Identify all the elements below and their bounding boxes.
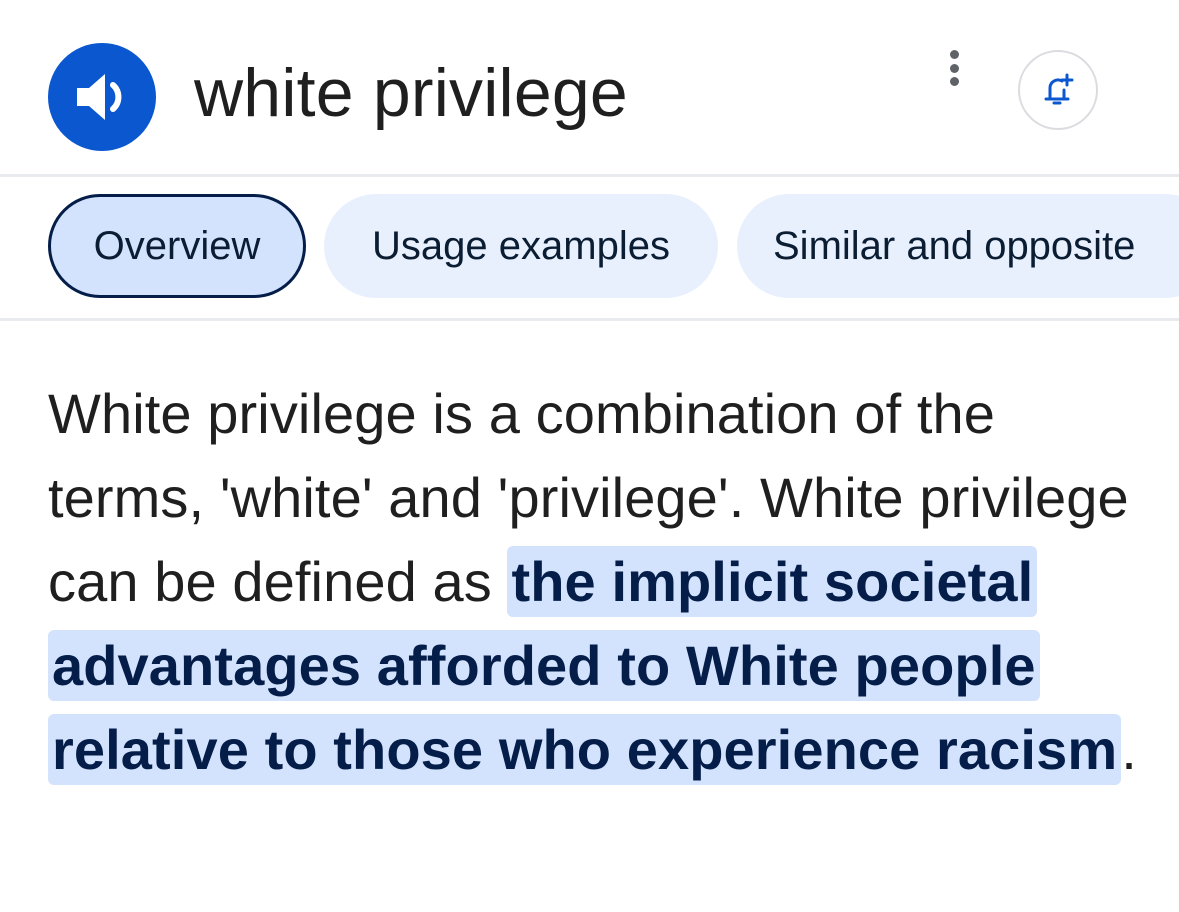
more-options-button[interactable]: [934, 46, 974, 90]
tabs-divider: [0, 318, 1179, 321]
pronounce-button[interactable]: [48, 43, 156, 151]
definition-text: White privilege is a combination of the …: [48, 372, 1148, 792]
term-title: white privilege: [194, 55, 628, 131]
more-vert-icon-dot: [949, 63, 959, 73]
add-alert-icon: [1044, 73, 1074, 105]
add-alert-button[interactable]: [1018, 50, 1098, 130]
section-tabs: Overview Usage examples Similar and oppo…: [0, 192, 1179, 302]
tab-overview[interactable]: Overview: [48, 194, 306, 298]
tab-usage-examples[interactable]: Usage examples: [324, 194, 718, 298]
more-vert-icon-dot: [949, 77, 959, 86]
dictionary-header: white privilege: [0, 0, 1179, 176]
more-vert-icon: [949, 50, 959, 59]
header-divider: [0, 174, 1179, 177]
tab-similar-and-opposite[interactable]: Similar and opposite: [737, 194, 1179, 298]
volume-up-icon: [77, 74, 122, 120]
definition-end: .: [1121, 718, 1137, 781]
